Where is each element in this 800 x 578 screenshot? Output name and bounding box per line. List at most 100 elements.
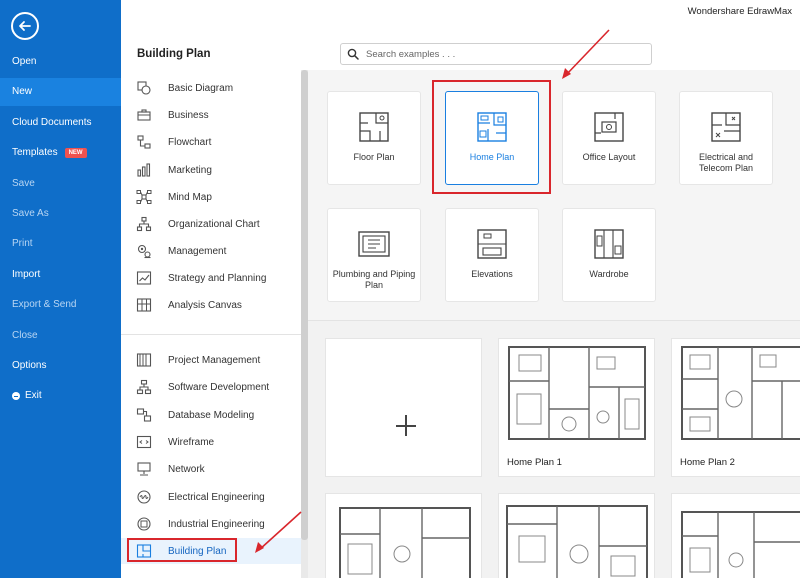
example-home-plan-5[interactable] [671,493,800,578]
nav-save-as-label: Save As [12,208,49,219]
floorplan-thumbnail-icon [681,511,800,578]
type-label: Wardrobe [589,269,629,279]
example-name: Home Plan 1 [507,457,562,468]
type-label: Electrical and Telecom Plan [698,152,754,173]
industrial-icon [137,517,151,531]
floor-plan-icon [359,112,389,142]
example-name: Home Plan 2 [680,457,735,468]
example-thumbnail [672,339,800,447]
nav-exit-label: Exit [25,390,42,401]
nav-new-label: New [12,86,33,97]
template-types-area: Floor Plan Home Plan Office Layout Elect… [308,70,800,320]
category-divider [121,334,301,335]
type-floor-plan[interactable]: Floor Plan [327,91,421,185]
nav-close-label: Close [12,330,38,341]
floorplan-thumbnail-icon [506,505,648,578]
floorplan-thumbnail-icon [339,507,471,578]
nav-import[interactable]: Import [0,261,121,289]
category-label: Database Modeling [168,409,255,421]
category-software-development[interactable]: Software Development [121,375,301,399]
nav-save[interactable]: Save [0,170,121,198]
nav-exit[interactable]: Exit [0,382,121,410]
category-network[interactable]: Network [121,457,301,481]
panel-title: Building Plan [137,48,211,60]
nav-save-as[interactable]: Save As [0,200,121,228]
category-label: Software Development [168,381,270,393]
back-button[interactable] [11,12,39,40]
nav-templates-label: Templates [12,147,58,158]
office-layout-icon [594,112,624,142]
type-plumbing-piping-plan[interactable]: Plumbing and Piping Plan [327,208,421,302]
category-marketing[interactable]: Marketing [121,158,301,182]
plumbing-plan-icon [358,231,390,257]
category-wireframe[interactable]: Wireframe [121,430,301,454]
nav-options[interactable]: Options [0,352,121,380]
blank-template-card[interactable] [325,338,482,477]
category-business[interactable]: Business [121,103,301,127]
category-scrollbar-thumb[interactable] [301,70,308,540]
exit-icon [12,392,20,400]
category-industrial-engineering[interactable]: Industrial Engineering [121,512,301,536]
type-wardrobe[interactable]: Wardrobe [562,208,656,302]
nav-open[interactable]: Open [0,48,121,76]
search-box[interactable] [340,43,652,65]
nav-close[interactable]: Close [0,322,121,350]
type-electrical-telecom-plan[interactable]: Electrical and Telecom Plan [679,91,773,185]
example-thumbnail [499,339,654,447]
nav-new[interactable]: New [0,78,121,106]
nav-export-send[interactable]: Export & Send [0,291,121,319]
category-project-management[interactable]: Project Management [121,348,301,372]
nav-print[interactable]: Print [0,230,121,258]
category-flowchart[interactable]: Flowchart [121,130,301,154]
category-label: Flowchart [168,136,212,148]
type-label: Plumbing and Piping Plan [332,269,416,290]
category-electrical-engineering[interactable]: Electrical Engineering [121,485,301,509]
type-label: Elevations [471,269,513,279]
nav-cloud-documents[interactable]: Cloud Documents [0,109,121,137]
left-nav: Open New Cloud Documents Templates NEW Sa… [0,0,121,578]
example-home-plan-2[interactable]: Home Plan 2 [671,338,800,477]
nav-open-label: Open [12,56,37,67]
category-label: Network [168,463,205,475]
electrical-plan-icon [711,112,741,142]
line-chart-icon [136,271,152,285]
example-home-plan-1[interactable]: Home Plan 1 [498,338,655,477]
type-label: Floor Plan [353,152,395,162]
category-management[interactable]: Management [121,239,301,263]
category-label: Management [168,245,227,257]
nav-print-label: Print [12,238,33,249]
category-analysis-canvas[interactable]: Analysis Canvas [121,293,301,317]
category-strategy-planning[interactable]: Strategy and Planning [121,266,301,290]
plus-icon-vertical [405,415,407,436]
gear-people-icon [137,244,151,259]
nav-templates[interactable]: Templates NEW [0,139,121,167]
example-home-plan-3[interactable] [325,493,482,578]
category-basic-diagram[interactable]: Basic Diagram [121,76,301,100]
type-office-layout[interactable]: Office Layout [562,91,656,185]
elevations-icon [477,229,507,259]
floorplan-thumbnail-icon [508,346,646,440]
type-elevations[interactable]: Elevations [445,208,539,302]
category-label: Analysis Canvas [168,299,242,311]
example-home-plan-4[interactable] [498,493,655,578]
org-chart-icon [136,216,152,232]
category-label: Industrial Engineering [168,518,265,530]
search-input[interactable] [366,48,636,60]
basic-diagram-icon [137,81,151,95]
highlight-building-plan [127,538,237,562]
code-window-icon [136,435,152,449]
category-mind-map[interactable]: Mind Map [121,185,301,209]
category-label: Electrical Engineering [168,491,265,503]
category-organizational-chart[interactable]: Organizational Chart [121,212,301,236]
category-database-modeling[interactable]: Database Modeling [121,403,301,427]
app-title: Wondershare EdrawMax [687,6,792,17]
category-label: Project Management [168,354,261,366]
flowchart-icon [137,135,151,149]
category-label: Mind Map [168,191,212,203]
new-badge: NEW [64,148,87,158]
gantt-icon [136,353,152,367]
category-label: Strategy and Planning [168,272,267,284]
highlight-home-plan [432,80,551,194]
category-label: Basic Diagram [168,82,234,94]
search-icon [347,48,359,60]
